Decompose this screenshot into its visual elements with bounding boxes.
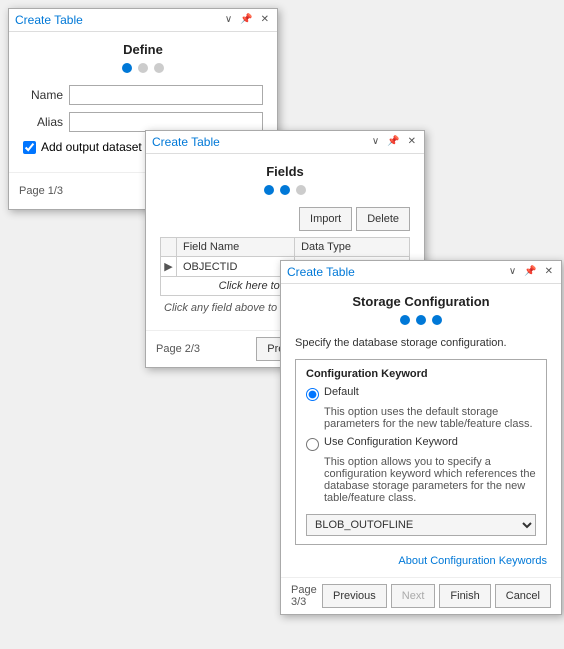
radio-keyword-input[interactable]	[306, 438, 319, 451]
about-keywords-link[interactable]: About Configuration Keywords	[295, 555, 547, 567]
fields-step-dot-1	[264, 185, 274, 195]
dialog-storage: Create Table ∨ 📌 ✕ Storage Configuration…	[280, 260, 562, 615]
storage-section-title: Storage Configuration	[295, 294, 547, 309]
fields-step-dot-2	[280, 185, 290, 195]
field-name-cell: OBJECTID	[177, 257, 295, 277]
step-dot-1	[122, 63, 132, 73]
storage-description: Specify the database storage configurati…	[295, 337, 547, 349]
fields-header-row: Field Name Data Type	[161, 238, 410, 257]
page-label-3: Page 3/3	[291, 584, 318, 608]
alias-row: Alias	[23, 112, 263, 132]
previous-btn-3[interactable]: Previous	[322, 584, 387, 608]
storage-stepper	[295, 315, 547, 325]
titlebar-controls-2: ∨ 📌 ✕	[370, 137, 418, 147]
storage-step-dot-2	[416, 315, 426, 325]
alias-label: Alias	[23, 115, 63, 129]
name-input[interactable]	[69, 85, 263, 105]
dialog-define-titlebar: Create Table ∨ 📌 ✕	[9, 9, 277, 32]
titlebar-controls-3: ∨ 📌 ✕	[507, 267, 555, 277]
minimize-btn-1[interactable]: ∨	[223, 15, 234, 25]
radio-default-input[interactable]	[306, 388, 319, 401]
page-label-2: Page 2/3	[156, 343, 200, 355]
name-label: Name	[23, 88, 63, 102]
fields-stepper	[160, 185, 410, 195]
dialog-storage-title: Create Table	[287, 265, 355, 279]
col-data-type: Data Type	[295, 238, 410, 257]
storage-step-dot-3	[432, 315, 442, 325]
define-stepper	[23, 63, 263, 73]
next-btn-3[interactable]: Next	[391, 584, 436, 608]
minimize-btn-2[interactable]: ∨	[370, 137, 381, 147]
radio-default-desc: This option uses the default storage par…	[324, 406, 536, 430]
name-row: Name	[23, 85, 263, 105]
config-group: Configuration Keyword Default This optio…	[295, 359, 547, 545]
radio-default[interactable]: Default	[306, 386, 536, 401]
delete-btn[interactable]: Delete	[356, 207, 410, 231]
radio-default-label: Default	[324, 386, 359, 398]
dialog-fields-title: Create Table	[152, 135, 220, 149]
dialog-define-title: Create Table	[15, 13, 83, 27]
storage-step-dot-1	[400, 315, 410, 325]
radio-keyword[interactable]: Use Configuration Keyword	[306, 436, 536, 451]
page-label-1: Page 1/3	[19, 185, 63, 197]
add-output-checkbox[interactable]	[23, 141, 36, 154]
close-btn-3[interactable]: ✕	[543, 267, 555, 277]
dialog-fields-titlebar: Create Table ∨ 📌 ✕	[146, 131, 424, 154]
row-indicator: ▶	[161, 257, 177, 277]
alias-input[interactable]	[69, 112, 263, 132]
pin-btn-1[interactable]: 📌	[238, 15, 254, 25]
radio-keyword-desc: This option allows you to specify a conf…	[324, 456, 536, 504]
close-btn-1[interactable]: ✕	[259, 15, 271, 25]
dialog-storage-titlebar: Create Table ∨ 📌 ✕	[281, 261, 561, 284]
pin-btn-3[interactable]: 📌	[522, 267, 538, 277]
step-dot-2	[138, 63, 148, 73]
cancel-btn-3[interactable]: Cancel	[495, 584, 551, 608]
config-keyword-select[interactable]: BLOB_OUTOFLINE	[306, 514, 536, 536]
fields-section-title: Fields	[160, 164, 410, 179]
fields-toolbar: Import Delete	[160, 207, 410, 231]
config-group-title: Configuration Keyword	[306, 368, 536, 380]
fields-step-dot-3	[296, 185, 306, 195]
import-btn[interactable]: Import	[299, 207, 352, 231]
add-output-label: Add output dataset	[41, 140, 142, 154]
define-section-title: Define	[23, 42, 263, 57]
col-indicator	[161, 238, 177, 257]
step-dot-3	[154, 63, 164, 73]
dialog-storage-footer: Page 3/3 Previous Next Finish Cancel	[281, 577, 561, 614]
dialog-storage-body: Storage Configuration Specify the databa…	[281, 284, 561, 577]
pin-btn-2[interactable]: 📌	[385, 137, 401, 147]
radio-keyword-label: Use Configuration Keyword	[324, 436, 458, 448]
minimize-btn-3[interactable]: ∨	[507, 267, 518, 277]
col-field-name: Field Name	[177, 238, 295, 257]
titlebar-controls-1: ∨ 📌 ✕	[223, 15, 271, 25]
finish-btn-3[interactable]: Finish	[439, 584, 490, 608]
close-btn-2[interactable]: ✕	[406, 137, 418, 147]
